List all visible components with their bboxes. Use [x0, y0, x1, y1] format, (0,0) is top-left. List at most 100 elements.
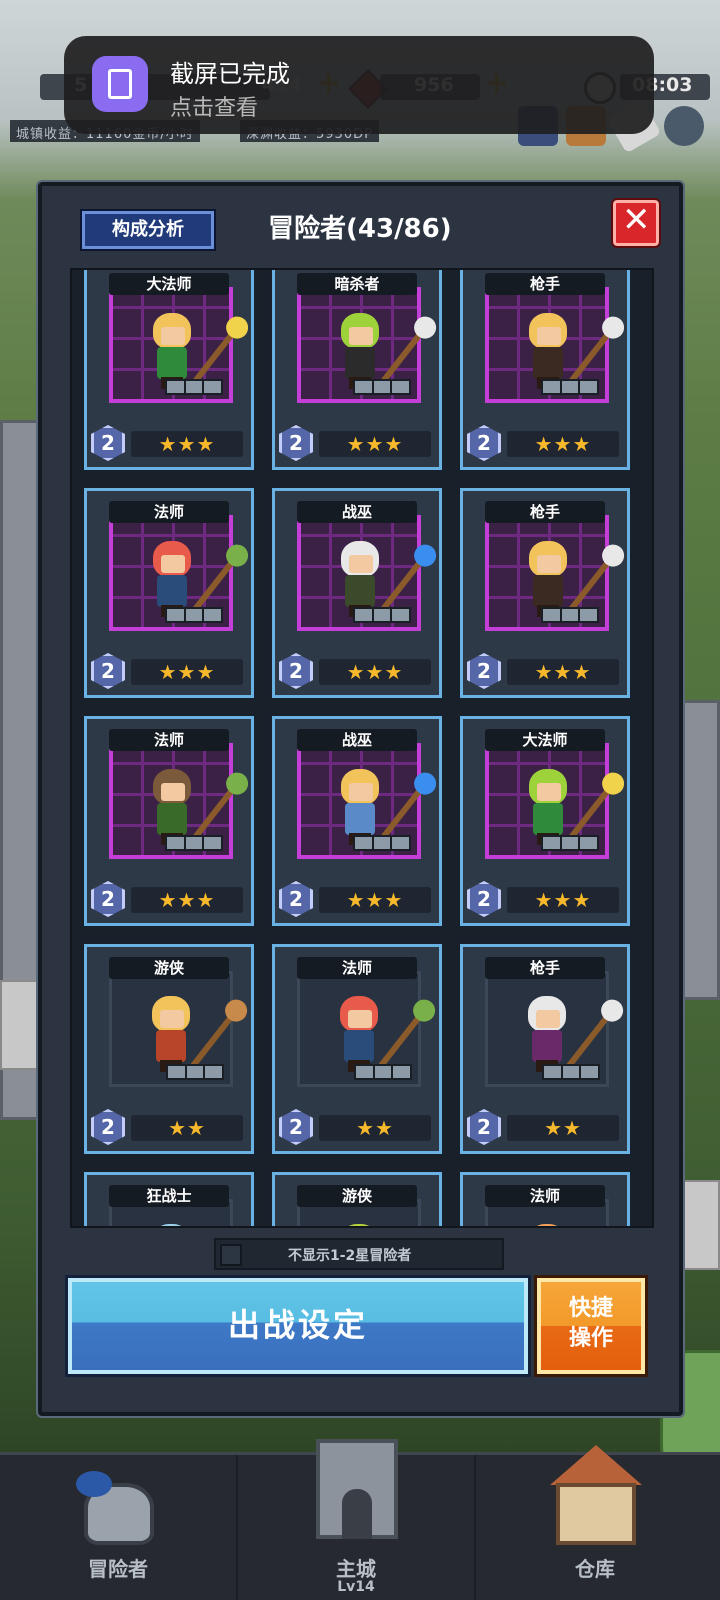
screenshot-gallery-icon: [92, 56, 148, 112]
adventurer-class: 法师: [109, 729, 229, 751]
adventurer-card[interactable]: 枪手 2 ★★★: [458, 486, 632, 700]
deploy-settings-button[interactable]: 出战设定: [65, 1275, 531, 1377]
warehouse-icon: [546, 1445, 642, 1545]
adventurer-stars: ★★★: [319, 431, 431, 457]
adventurer-portrait: [109, 743, 253, 859]
adventurer-class: 枪手: [485, 501, 605, 523]
adventurer-sprite: [150, 1224, 190, 1226]
equipment-slots: [165, 379, 223, 395]
adventurer-card[interactable]: 战巫 2 ★★★: [270, 714, 444, 928]
deploy-settings-label: 出战设定: [227, 1306, 368, 1344]
panel-title: 冒险者(43/86): [268, 214, 452, 244]
bottom-navigation: 冒险者 主城 Lv14 仓库: [0, 1439, 720, 1600]
adventurer-class: 游侠: [297, 1185, 417, 1207]
adventurer-level-badge: 2: [91, 653, 125, 689]
adventurer-class: 枪手: [485, 957, 605, 979]
adventurer-stars: ★★★: [131, 431, 243, 457]
knight-helmet-icon: [70, 1465, 166, 1555]
adventurer-class: 法师: [297, 957, 417, 979]
panel-header: 构成分析 冒险者(43/86) ✕: [42, 186, 679, 272]
nav-main-city-label: 主城: [336, 1557, 376, 1581]
adventurer-stars: ★★★: [507, 431, 619, 457]
adventurer-card[interactable]: 枪手 2 ★★: [458, 942, 632, 1156]
adventurer-card[interactable]: 大法师 2 ★★★: [82, 270, 256, 472]
adventurer-class: 枪手: [485, 273, 605, 295]
adventurer-level-badge: 2: [467, 425, 501, 461]
quick-action-label-1: 快捷: [568, 1296, 613, 1321]
adventurer-class: 法师: [109, 501, 229, 523]
adventurer-stars: ★★★: [319, 659, 431, 685]
adventurer-card[interactable]: 游侠 2 ★★: [82, 942, 256, 1156]
adventurer-grid-scroll[interactable]: 大法师 2 ★★★ 暗杀者 2 ★★★ 枪手 2 ★★★ 法师 2 ★★★ 战巫 2 ★★★ 枪手 2 ★★★ 法师…: [70, 268, 654, 1228]
adventurer-class: 战巫: [297, 501, 417, 523]
adventurer-portrait: [297, 287, 441, 403]
adventurer-class: 大法师: [485, 729, 605, 751]
adventurer-portrait: [485, 743, 629, 859]
close-button[interactable]: ✕: [611, 198, 661, 248]
nav-main-city-level: Lv14: [337, 1579, 375, 1595]
equipment-slots: [165, 607, 223, 623]
equipment-slots: [541, 835, 599, 851]
adventurer-card[interactable]: 法师: [458, 1170, 632, 1226]
adventurer-stars: ★★: [507, 1115, 619, 1141]
adventurer-portrait: [485, 287, 629, 403]
toggle-label: 不显示1-2星冒险者: [288, 1248, 412, 1264]
adventurer-class: 大法师: [109, 273, 229, 295]
equipment-slots: [353, 835, 411, 851]
nav-main-city[interactable]: 主城 Lv14: [238, 1439, 476, 1600]
building-tile: [0, 980, 40, 1070]
adventurer-class: 暗杀者: [297, 273, 417, 295]
equipment-slots: [542, 1064, 600, 1080]
composition-analysis-button[interactable]: 构成分析: [80, 209, 216, 251]
adventurer-portrait: [485, 515, 629, 631]
adventurer-portrait: [297, 515, 441, 631]
adventurer-portrait: [109, 971, 252, 1087]
adventurer-card[interactable]: 枪手 2 ★★★: [458, 270, 632, 472]
adventurer-level-badge: 2: [91, 1109, 125, 1145]
adventurer-stars: ★★: [319, 1115, 431, 1141]
equipment-slots: [541, 379, 599, 395]
adventurer-card[interactable]: 法师 2 ★★★: [82, 714, 256, 928]
adventurer-level-badge: 2: [279, 425, 313, 461]
adventurer-card[interactable]: 游侠: [270, 1170, 444, 1226]
adventurer-class: 战巫: [297, 729, 417, 751]
adventurer-card[interactable]: 大法师 2 ★★★: [458, 714, 632, 928]
notification-subtitle: 点击查看: [170, 96, 259, 121]
quick-action-button[interactable]: 快捷 操作: [534, 1275, 648, 1377]
notification-title: 截屏已完成: [170, 60, 290, 88]
adventurer-level-badge: 2: [91, 425, 125, 461]
adventurer-panel: 构成分析 冒险者(43/86) ✕ 大法师 2 ★★★ 暗杀者 2 ★★★ 枪手 2 ★★★ 法师…: [36, 180, 685, 1418]
equipment-slots: [166, 1064, 224, 1080]
close-icon: ✕: [622, 200, 651, 240]
adventurer-stars: ★★: [131, 1115, 243, 1141]
nav-warehouse[interactable]: 仓库: [476, 1445, 714, 1600]
adventurer-level-badge: 2: [91, 881, 125, 917]
nav-warehouse-label: 仓库: [575, 1557, 615, 1581]
adventurer-class: 法师: [485, 1185, 605, 1207]
hide-low-star-toggle[interactable]: 不显示1-2星冒险者: [214, 1238, 504, 1270]
equipment-slots: [541, 607, 599, 623]
adventurer-stars: ★★★: [507, 887, 619, 913]
equipment-slots: [353, 607, 411, 623]
settings-gear-icon[interactable]: [664, 106, 704, 146]
adventurer-level-badge: 2: [467, 881, 501, 917]
adventurer-card[interactable]: 法师 2 ★★★: [82, 486, 256, 700]
adventurer-card[interactable]: 狂战士: [82, 1170, 256, 1226]
screenshot-notification[interactable]: 截屏已完成 点击查看: [64, 36, 654, 134]
adventurer-portrait: [485, 971, 628, 1087]
nav-adventurers[interactable]: 冒险者: [0, 1455, 238, 1600]
adventurer-level-badge: 2: [467, 653, 501, 689]
castle-tower-icon: [308, 1439, 404, 1539]
toggle-checkbox[interactable]: [220, 1244, 242, 1266]
adventurer-level-badge: 2: [279, 1109, 313, 1145]
adventurer-card[interactable]: 战巫 2 ★★★: [270, 486, 444, 700]
equipment-slots: [353, 379, 411, 395]
adventurer-portrait: [109, 515, 253, 631]
adventurer-portrait: [297, 971, 440, 1087]
adventurer-level-badge: 2: [279, 653, 313, 689]
adventurer-sprite: [526, 1224, 566, 1226]
nav-adventurers-label: 冒险者: [88, 1557, 148, 1581]
adventurer-card[interactable]: 暗杀者 2 ★★★: [270, 270, 444, 472]
adventurer-card[interactable]: 法师 2 ★★: [270, 942, 444, 1156]
adventurer-sprite: [338, 1224, 378, 1226]
